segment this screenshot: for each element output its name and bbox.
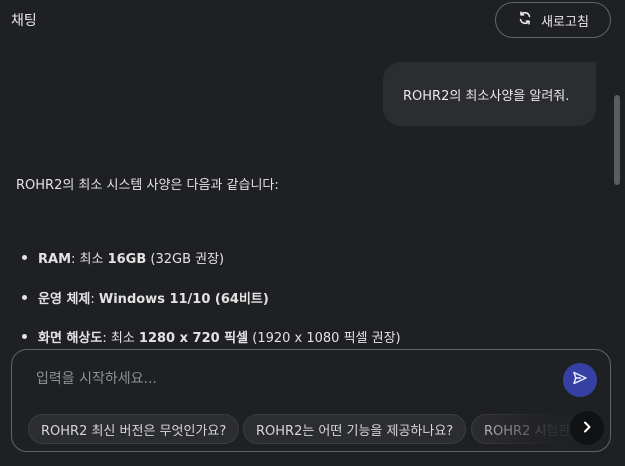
send-icon xyxy=(572,370,588,390)
suggestion-chip[interactable]: ROHR2 최신 버전은 무엇인가요? xyxy=(28,414,240,444)
refresh-label: 새로고침 xyxy=(541,14,589,30)
user-message-text: ROHR2의 최소사양을 알려줘. xyxy=(403,88,570,104)
send-button[interactable] xyxy=(563,363,597,397)
list-item: 운영 체제: Windows 11/10 (64비트) xyxy=(22,288,269,307)
refresh-button[interactable]: 새로고침 xyxy=(495,2,611,38)
refresh-icon xyxy=(517,10,533,30)
assistant-intro: ROHR2의 최소 시스템 사양은 다음과 같습니다: xyxy=(16,178,279,193)
list-item: RAM: 최소 16GB (32GB 권장) xyxy=(21,248,224,267)
message-input[interactable] xyxy=(34,368,538,390)
list-item: 화면 해상도: 최소 1280 x 720 픽셀 (1920 x 1080 픽셀… xyxy=(22,327,401,346)
suggestion-chip[interactable]: ROHR2는 어떤 기능을 제공하나요? xyxy=(243,414,467,444)
chevron-right-icon xyxy=(580,419,594,438)
suggestion-chips: ROHR2 최신 버전은 무엇인가요? ROHR2는 어떤 기능을 제공하나요?… xyxy=(28,414,588,448)
input-box: ROHR2 최신 버전은 무엇인가요? ROHR2는 어떤 기능을 제공하나요?… xyxy=(11,349,611,452)
suggestions-next-button[interactable] xyxy=(570,411,604,445)
scrollbar-thumb[interactable] xyxy=(614,95,620,185)
chat-scrollbar[interactable] xyxy=(612,40,622,350)
chat-area[interactable]: ROHR2의 최소사양을 알려줘. ROHR2의 최소 시스템 사양은 다음과 … xyxy=(0,40,625,350)
chat-header: 채팅 새로고침 xyxy=(0,0,625,40)
user-message: ROHR2의 최소사양을 알려줘. xyxy=(383,62,596,126)
suggestion-chip[interactable]: ROHR2 시험판 xyxy=(471,414,584,444)
page-title: 채팅 xyxy=(11,13,37,29)
